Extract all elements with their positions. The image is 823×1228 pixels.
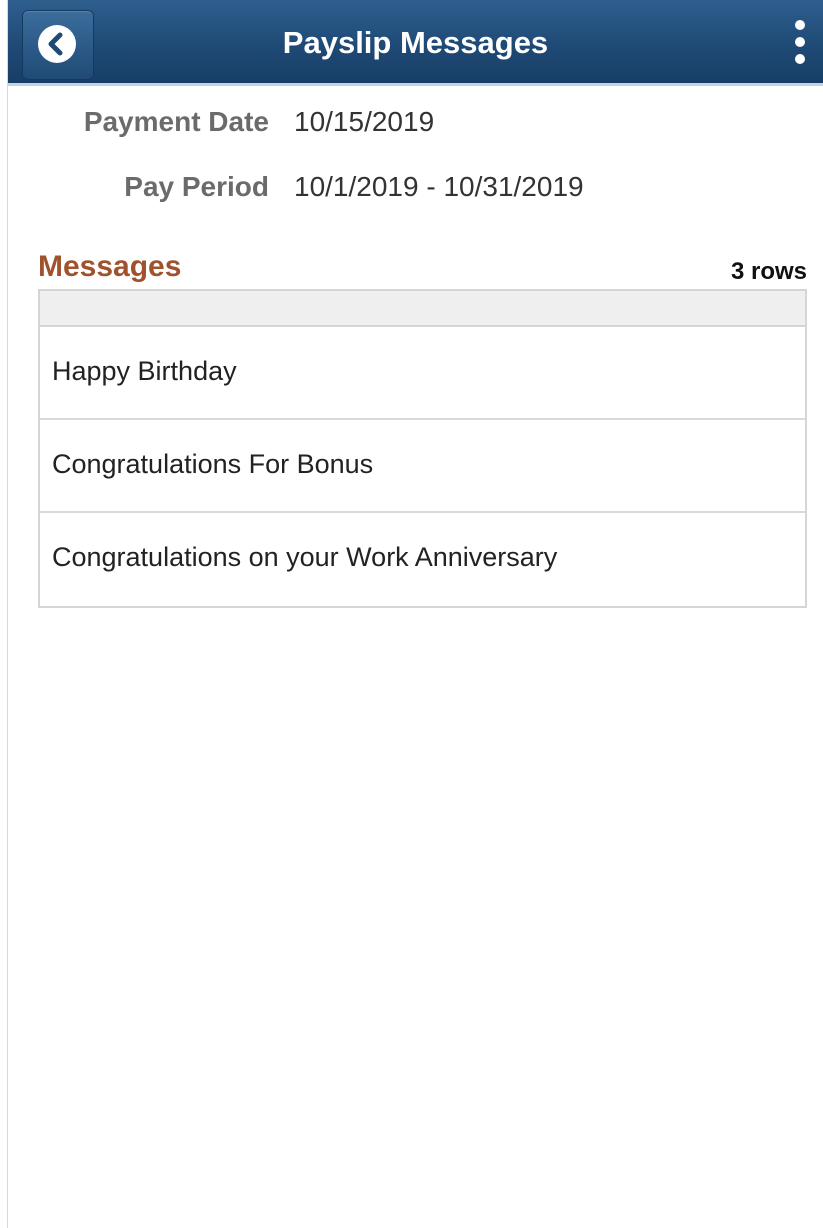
list-item[interactable]: Congratulations on your Work Anniversary xyxy=(40,513,805,606)
pay-period-label: Pay Period xyxy=(124,171,269,202)
row-count: 3 rows xyxy=(730,258,807,285)
chevron-left-icon xyxy=(38,25,76,63)
payslip-messages-page: Payslip Messages Payment Date 10/15/2019… xyxy=(0,0,823,1228)
payment-date-value: 10/15/2019 xyxy=(294,106,435,137)
messages-section-title: Messages xyxy=(38,250,182,283)
messages-grid: Happy Birthday Congratulations For Bonus… xyxy=(38,289,807,608)
list-item[interactable]: Congratulations For Bonus xyxy=(40,420,805,513)
more-vertical-icon xyxy=(795,37,805,47)
more-vertical-icon xyxy=(795,20,805,30)
page-title: Payslip Messages xyxy=(282,25,549,60)
payment-date-label: Payment Date xyxy=(83,106,269,137)
pay-period-row: Pay Period 10/1/2019 - 10/31/2019 xyxy=(0,169,823,205)
back-button[interactable] xyxy=(22,10,94,80)
more-vertical-icon xyxy=(795,54,805,64)
payment-date-row: Payment Date 10/15/2019 xyxy=(0,104,823,140)
page-header: Payslip Messages xyxy=(8,0,823,86)
list-item[interactable]: Happy Birthday xyxy=(40,327,805,420)
grid-header xyxy=(40,291,805,327)
pay-period-value: 10/1/2019 - 10/31/2019 xyxy=(294,171,584,202)
actions-menu-button[interactable] xyxy=(783,14,817,70)
